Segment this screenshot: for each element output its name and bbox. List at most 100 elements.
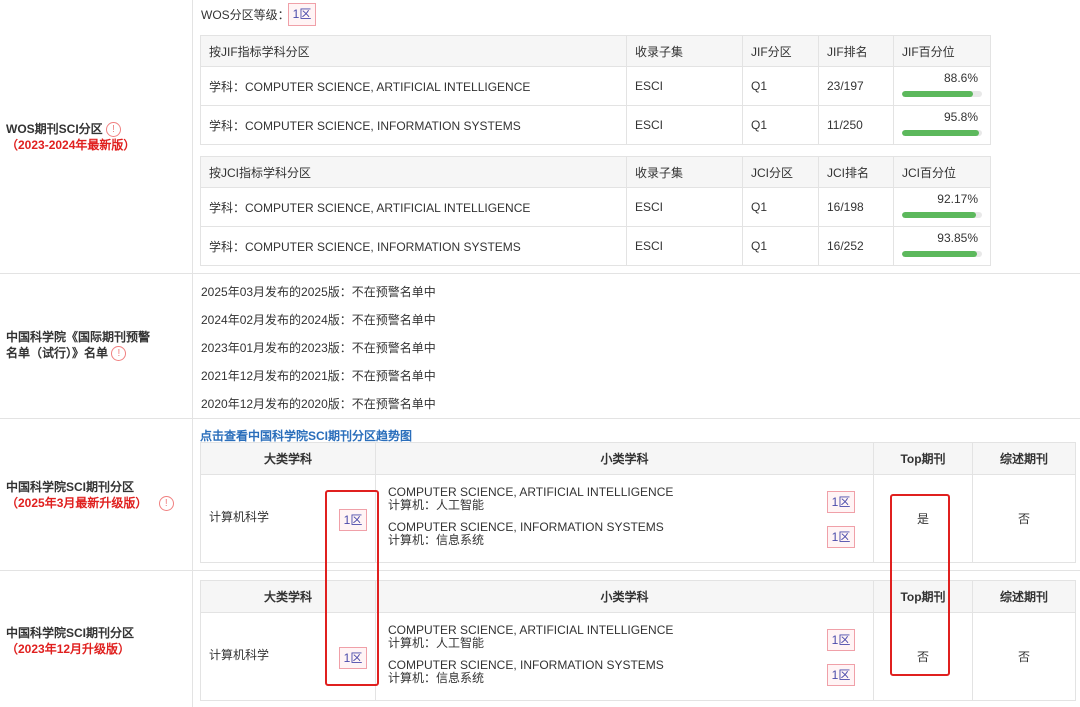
col-header: Top期刊 — [873, 442, 973, 475]
percentile-bar — [902, 91, 982, 97]
col-header: JIF分区 — [742, 35, 819, 67]
wos-sublabel: （2023-2024年最新版） — [6, 138, 136, 153]
table-header-row: 大类学科 小类学科 Top期刊 综述期刊 — [200, 442, 1076, 475]
table-header-row: 按JCI指标学科分区 收录子集 JCI分区 JCI排名 JCI百分位 — [200, 156, 991, 188]
col-header: 综述期刊 — [972, 580, 1076, 613]
col-header: 综述期刊 — [972, 442, 1076, 475]
percentile-cell: 93.85% — [893, 226, 991, 266]
percentile-bar-fill — [902, 212, 976, 218]
table-row: 学科：COMPUTER SCIENCE, INFORMATION SYSTEMS… — [200, 105, 991, 145]
cas2023-section-label: 中国科学院SCI期刊分区 （2023年12月升级版） — [6, 625, 186, 657]
set-cell: ESCI — [626, 226, 743, 266]
col-header: JCI百分位 — [893, 156, 991, 188]
highlight-box-top-journal — [890, 494, 950, 676]
percentile-text: 92.17% — [937, 192, 978, 206]
rank-cell: 16/252 — [818, 226, 894, 266]
major-subject: 计算机科学 — [209, 510, 270, 524]
info-circle-icon[interactable]: ! — [111, 346, 127, 362]
subject-cell: 学科：COMPUTER SCIENCE, ARTIFICIAL INTELLIG… — [200, 66, 627, 106]
minor-cell: COMPUTER SCIENCE, ARTIFICIAL INTELLIGENC… — [375, 612, 874, 701]
minor-zone-badge: 1区 — [827, 664, 855, 686]
col-header: 大类学科 — [200, 442, 376, 475]
warning-item: 2025年03月发布的2025版：不在预警名单中 — [201, 285, 436, 299]
warning-item: 2024年02月发布的2024版：不在预警名单中 — [201, 313, 436, 327]
warning-label-line2: 名单（试行）》名单 — [6, 346, 109, 360]
percentile-bar-fill — [902, 251, 978, 257]
col-header: 按JCI指标学科分区 — [200, 156, 627, 188]
wos-section-label: WOS期刊SCI分区 ! （2023-2024年最新版） — [6, 121, 186, 153]
col-header: JIF百分位 — [893, 35, 991, 67]
warning-section-label: 中国科学院《国际期刊预警 名单（试行）》名单 ! — [6, 329, 186, 362]
minor-zone-badge: 1区 — [827, 629, 855, 651]
percentile-text: 88.6% — [943, 71, 978, 85]
info-circle-icon[interactable]: ! — [106, 122, 122, 138]
warning-item: 2021年12月发布的2021版：不在预警名单中 — [201, 369, 436, 383]
table-row: 学科：COMPUTER SCIENCE, ARTIFICIAL INTELLIG… — [200, 66, 991, 106]
zone-cell: Q1 — [742, 66, 819, 106]
cas2025-label: 中国科学院SCI期刊分区 — [6, 480, 135, 494]
table-header-row: 按JIF指标学科分区 收录子集 JIF分区 JIF排名 JIF百分位 — [200, 35, 991, 67]
cas2023-label: 中国科学院SCI期刊分区 — [6, 626, 135, 640]
minor-subject-cn: 计算机：信息系统 — [388, 671, 485, 685]
col-header: 收录子集 — [626, 35, 743, 67]
label-column-divider — [192, 0, 193, 707]
review-cell: 否 — [972, 474, 1076, 563]
percentile-bar — [902, 212, 982, 218]
percentile-text: 93.85% — [937, 231, 978, 245]
percentile-text: 95.8% — [943, 110, 978, 124]
subject-cell: 学科：COMPUTER SCIENCE, INFORMATION SYSTEMS — [200, 105, 627, 145]
table-row: 学科：COMPUTER SCIENCE, INFORMATION SYSTEMS… — [200, 226, 991, 266]
zone-cell: Q1 — [742, 187, 819, 227]
warning-item: 2020年12月发布的2020版：不在预警名单中 — [201, 397, 436, 411]
subject-cell: 学科：COMPUTER SCIENCE, INFORMATION SYSTEMS — [200, 226, 627, 266]
percentile-bar — [902, 251, 982, 257]
minor-subject: COMPUTER SCIENCE, INFORMATION SYSTEMS 计算… — [388, 659, 664, 685]
zone-cell: Q1 — [742, 105, 819, 145]
wos-label: WOS期刊SCI分区 — [6, 122, 103, 136]
set-cell: ESCI — [626, 187, 743, 227]
percentile-bar-fill — [902, 91, 973, 97]
minor-subject: COMPUTER SCIENCE, ARTIFICIAL INTELLIGENC… — [388, 624, 673, 650]
col-header: 小类学科 — [375, 580, 874, 613]
minor-subject-cn: 计算机：信息系统 — [388, 533, 485, 547]
cas2025-sublabel: （2025年3月最新升级版） — [6, 496, 148, 510]
wos-grade-badge: 1区 — [288, 3, 316, 26]
percentile-bar-fill — [902, 130, 979, 136]
col-header: JIF排名 — [818, 35, 894, 67]
jif-table: 按JIF指标学科分区 收录子集 JIF分区 JIF排名 JIF百分位 学科：CO… — [200, 35, 991, 145]
zone-cell: Q1 — [742, 226, 819, 266]
warning-label-line1: 中国科学院《国际期刊预警 — [6, 330, 151, 344]
subject-cell: 学科：COMPUTER SCIENCE, ARTIFICIAL INTELLIG… — [200, 187, 627, 227]
minor-subject: COMPUTER SCIENCE, INFORMATION SYSTEMS 计算… — [388, 521, 664, 547]
row-divider — [0, 273, 1080, 274]
set-cell: ESCI — [626, 105, 743, 145]
info-circle-icon[interactable]: ! — [158, 496, 174, 512]
percentile-cell: 88.6% — [893, 66, 991, 106]
jci-table: 按JCI指标学科分区 收录子集 JCI分区 JCI排名 JCI百分位 学科：CO… — [200, 156, 991, 266]
highlight-box-major-zone — [325, 490, 379, 686]
col-header: JCI分区 — [742, 156, 819, 188]
rank-cell: 11/250 — [818, 105, 894, 145]
minor-zone-badge: 1区 — [827, 491, 855, 513]
minor-cell: COMPUTER SCIENCE, ARTIFICIAL INTELLIGENC… — [375, 474, 874, 563]
table-row: 学科：COMPUTER SCIENCE, ARTIFICIAL INTELLIG… — [200, 187, 991, 227]
cas2025-section-label: 中国科学院SCI期刊分区 （2025年3月最新升级版） ! — [6, 479, 186, 512]
col-header: 收录子集 — [626, 156, 743, 188]
minor-zone-badge: 1区 — [827, 526, 855, 548]
set-cell: ESCI — [626, 66, 743, 106]
minor-subject: COMPUTER SCIENCE, ARTIFICIAL INTELLIGENC… — [388, 486, 673, 512]
col-header: JCI排名 — [818, 156, 894, 188]
percentile-cell: 95.8% — [893, 105, 991, 145]
rank-cell: 23/197 — [818, 66, 894, 106]
minor-subject-cn: 计算机：人工智能 — [388, 636, 485, 650]
major-subject: 计算机科学 — [209, 648, 270, 662]
percentile-cell: 92.17% — [893, 187, 991, 227]
wos-grade-label: WOS分区等级： — [201, 8, 290, 22]
cas2023-sublabel: （2023年12月升级版） — [6, 642, 131, 656]
col-header: 按JIF指标学科分区 — [200, 35, 627, 67]
col-header: 小类学科 — [375, 442, 874, 475]
row-divider — [0, 418, 1080, 419]
warning-item: 2023年01月发布的2023版：不在预警名单中 — [201, 341, 436, 355]
percentile-bar — [902, 130, 982, 136]
rank-cell: 16/198 — [818, 187, 894, 227]
